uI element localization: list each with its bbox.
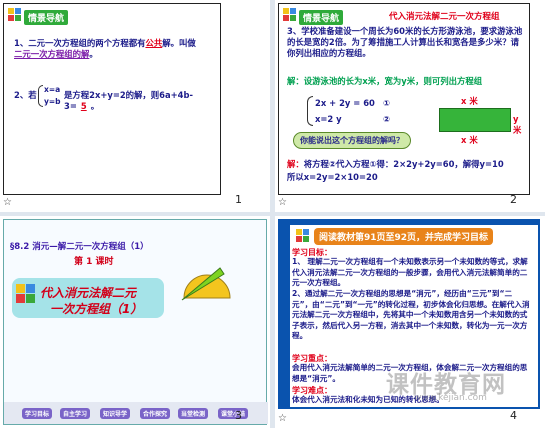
slide-thumbnail-1[interactable]: 情景导航 1、二元一次方程组的两个方程都有公共解。叫做 二元一次方程组的解。 2… [0, 0, 270, 212]
slide-thumbnail-3[interactable]: §8.2 消元—解二元一次方程组（1） 第 1 课时 代入消元法解二元 一次方程… [0, 216, 270, 428]
goal-1: 1、 理解二元一次方程组有一个未知数表示另一个未知数的等式，求解代入消元法解二元… [292, 257, 528, 287]
equation-2-label: ② [383, 114, 391, 124]
slide-header: 代入消元法解二元一次方程组 [389, 12, 500, 22]
problem-text: 3、学校准备建设一个周长为60米的长方形游泳池，要求游泳池的长是宽的2倍。为了筹… [287, 26, 523, 58]
site-watermark-url: www.kejian.com [414, 393, 487, 403]
solve-label: 解：设游泳池的长为x米，宽为y米，则可列出方程组 [287, 76, 483, 86]
nav-button-explore[interactable]: 合作探究 [140, 408, 171, 419]
lesson-subtitle: 第 1 课时 [74, 257, 114, 267]
system-eq-a: x=a [44, 85, 61, 94]
slide-number: 1 [235, 193, 242, 206]
system-eq-b: y=b [44, 97, 61, 106]
slide-thumbnail-2[interactable]: 情景导航 代入消元法解二元一次方程组 3、学校准备建设一个周长为60米的长方形游… [275, 0, 545, 212]
solution-line-1: 解：将方程②代入方程①得：2×2y+2y=60，解得y=10 [287, 159, 504, 169]
nav-button-self-study[interactable]: 自主学习 [60, 408, 91, 419]
question-1: 1、二元一次方程组的两个方程都有公共解。叫做 二元一次方程组的解。 [14, 38, 196, 59]
slide-frame: 情景导航 1、二元一次方程组的两个方程都有公共解。叫做 二元一次方程组的解。 2… [3, 3, 221, 195]
nav-button-summary[interactable]: 课堂小结 [218, 408, 249, 419]
slide-frame: 阅读教材第91页至92页，并完成学习目标 学习目标： 1、 理解二元一次方程组有… [278, 219, 540, 409]
nav-button-test[interactable]: 当堂检测 [178, 408, 209, 419]
solution-line-2: 所以x=2y=2×10=20 [287, 172, 378, 182]
reading-task-tag: 阅读教材第91页至92页，并完成学习目标 [314, 228, 494, 245]
question-2: 是方程2x+y=2的解，则6a+4b-3= 5。 [64, 90, 193, 111]
question-2-prefix: 2、若 [14, 90, 37, 100]
section-tag: 情景导航 [24, 10, 69, 25]
section-tag: 情景导航 [299, 10, 344, 25]
hint-bubble: 你能说出这个方程组的解吗？ [293, 132, 411, 149]
star-icon: ☆ [278, 197, 287, 208]
lesson-title: §8.2 消元—解二元一次方程组（1） [10, 242, 149, 252]
equation-brace [38, 85, 43, 107]
equation-1-label: ① [383, 98, 391, 108]
star-icon: ☆ [3, 197, 12, 208]
protractor-icon [181, 267, 231, 301]
rect-side-label: y 米 [513, 114, 522, 135]
star-icon: ☆ [278, 413, 287, 424]
lesson-nav-strip: 学习目标 自主学习 知识导学 合作探究 当堂检测 课堂小结 [4, 402, 268, 424]
pool-rectangle [439, 108, 511, 132]
slide-thumbnail-4[interactable]: 阅读教材第91页至92页，并完成学习目标 学习目标： 1、 理解二元一次方程组有… [275, 216, 545, 428]
rect-bottom-label: x 米 [461, 135, 478, 145]
goal-2: 2、通过解二元一次方程组的思想是“消元”，经历由“三元”到“二元”，由“二元”到… [292, 289, 530, 340]
nav-button-goals[interactable]: 学习目标 [22, 408, 53, 419]
slide-number: 3 [235, 409, 242, 422]
nav-button-guide[interactable]: 知识导学 [100, 408, 131, 419]
slide-frame: 情景导航 代入消元法解二元一次方程组 3、学校准备建设一个周长为60米的长方形游… [278, 3, 530, 195]
equation-2: x=2 y [315, 114, 342, 124]
slide-number: 2 [510, 193, 517, 206]
banner-line-1: 代入消元法解二元 [40, 286, 137, 300]
rect-top-label: x 米 [461, 96, 478, 106]
equation-brace [307, 96, 313, 126]
slide-number: 4 [510, 409, 517, 422]
banner-line-2: 一次方程组（1） [50, 302, 143, 316]
equation-1: 2x + 2y = 60 [315, 98, 375, 108]
lesson-banner: 代入消元法解二元 一次方程组（1） [12, 278, 164, 318]
slide-frame: §8.2 消元—解二元一次方程组（1） 第 1 课时 代入消元法解二元 一次方程… [3, 219, 268, 425]
